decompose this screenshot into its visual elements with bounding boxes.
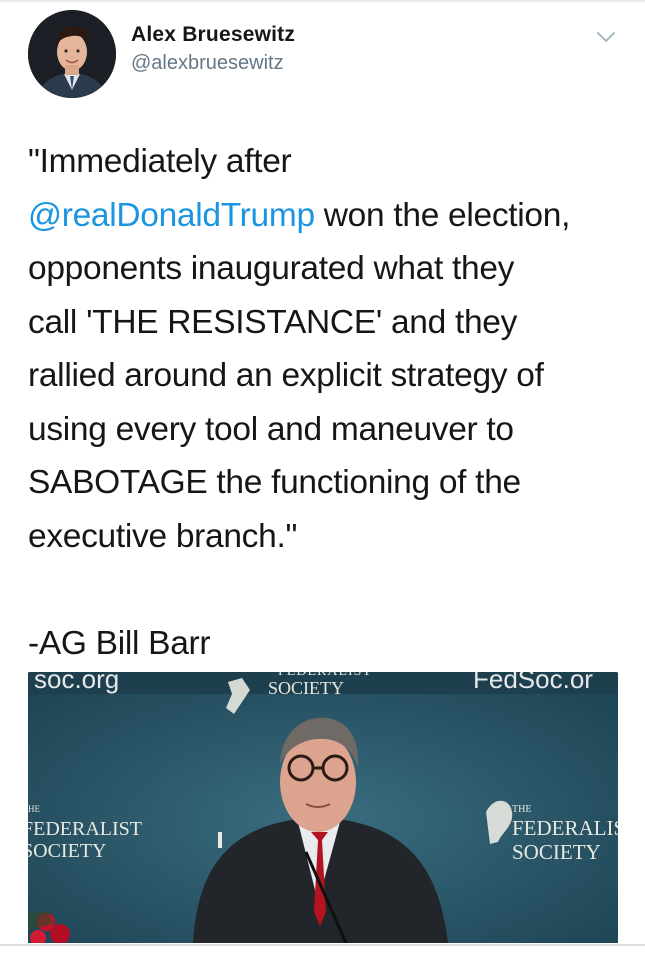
tweet-line: opponents inaugurated what they <box>28 250 515 287</box>
tweet-line: won the election, <box>314 196 571 234</box>
banner-left-text: soc.org <box>34 672 120 694</box>
tweet-line: "Immediately after <box>28 143 292 180</box>
user-info[interactable]: Alex Bruesewitz @alexbruesewitz <box>131 22 295 77</box>
sign-left-line1: FEDERALIST <box>28 818 142 840</box>
tweet-header: Alex Bruesewitz @alexbruesewitz <box>28 10 618 100</box>
bottom-divider <box>0 944 645 946</box>
sign-left-small: HE <box>28 804 40 814</box>
sign-right-line1: FEDERALIS <box>512 816 618 840</box>
sign-left-line2: SOCIETY <box>28 840 107 862</box>
author-handle[interactable]: @alexbruesewitz <box>131 49 295 77</box>
tweet-media-image[interactable]: soc.org FedSoc.or FEDERALIST SOCIETY HE … <box>28 672 618 943</box>
tweet-line: call 'THE RESISTANCE' and they <box>28 303 518 341</box>
tweet-line: executive branch." <box>28 517 298 555</box>
avatar[interactable] <box>28 10 116 98</box>
banner-center-text: SOCIETY <box>268 678 344 698</box>
author-name[interactable]: Alex Bruesewitz <box>131 22 295 48</box>
sign-right-line2: SOCIETY <box>512 840 601 864</box>
attribution: -AG Bill Barr <box>28 624 211 662</box>
mention-link[interactable]: @realDonaldTrump <box>28 197 315 234</box>
sign-right-small: THE <box>512 804 532 815</box>
top-divider <box>0 0 645 2</box>
tweet-line: SABOTAGE the functioning of the <box>28 464 521 501</box>
tweet-line: rallied around an explicit strategy of <box>28 357 544 394</box>
chevron-down-icon[interactable] <box>596 30 616 44</box>
tweet-line: using every tool and maneuver to <box>28 410 514 448</box>
tweet-text: "Immediately after @realDonaldTrump won … <box>28 135 628 670</box>
banner-right-text: FedSoc.or <box>473 672 593 694</box>
